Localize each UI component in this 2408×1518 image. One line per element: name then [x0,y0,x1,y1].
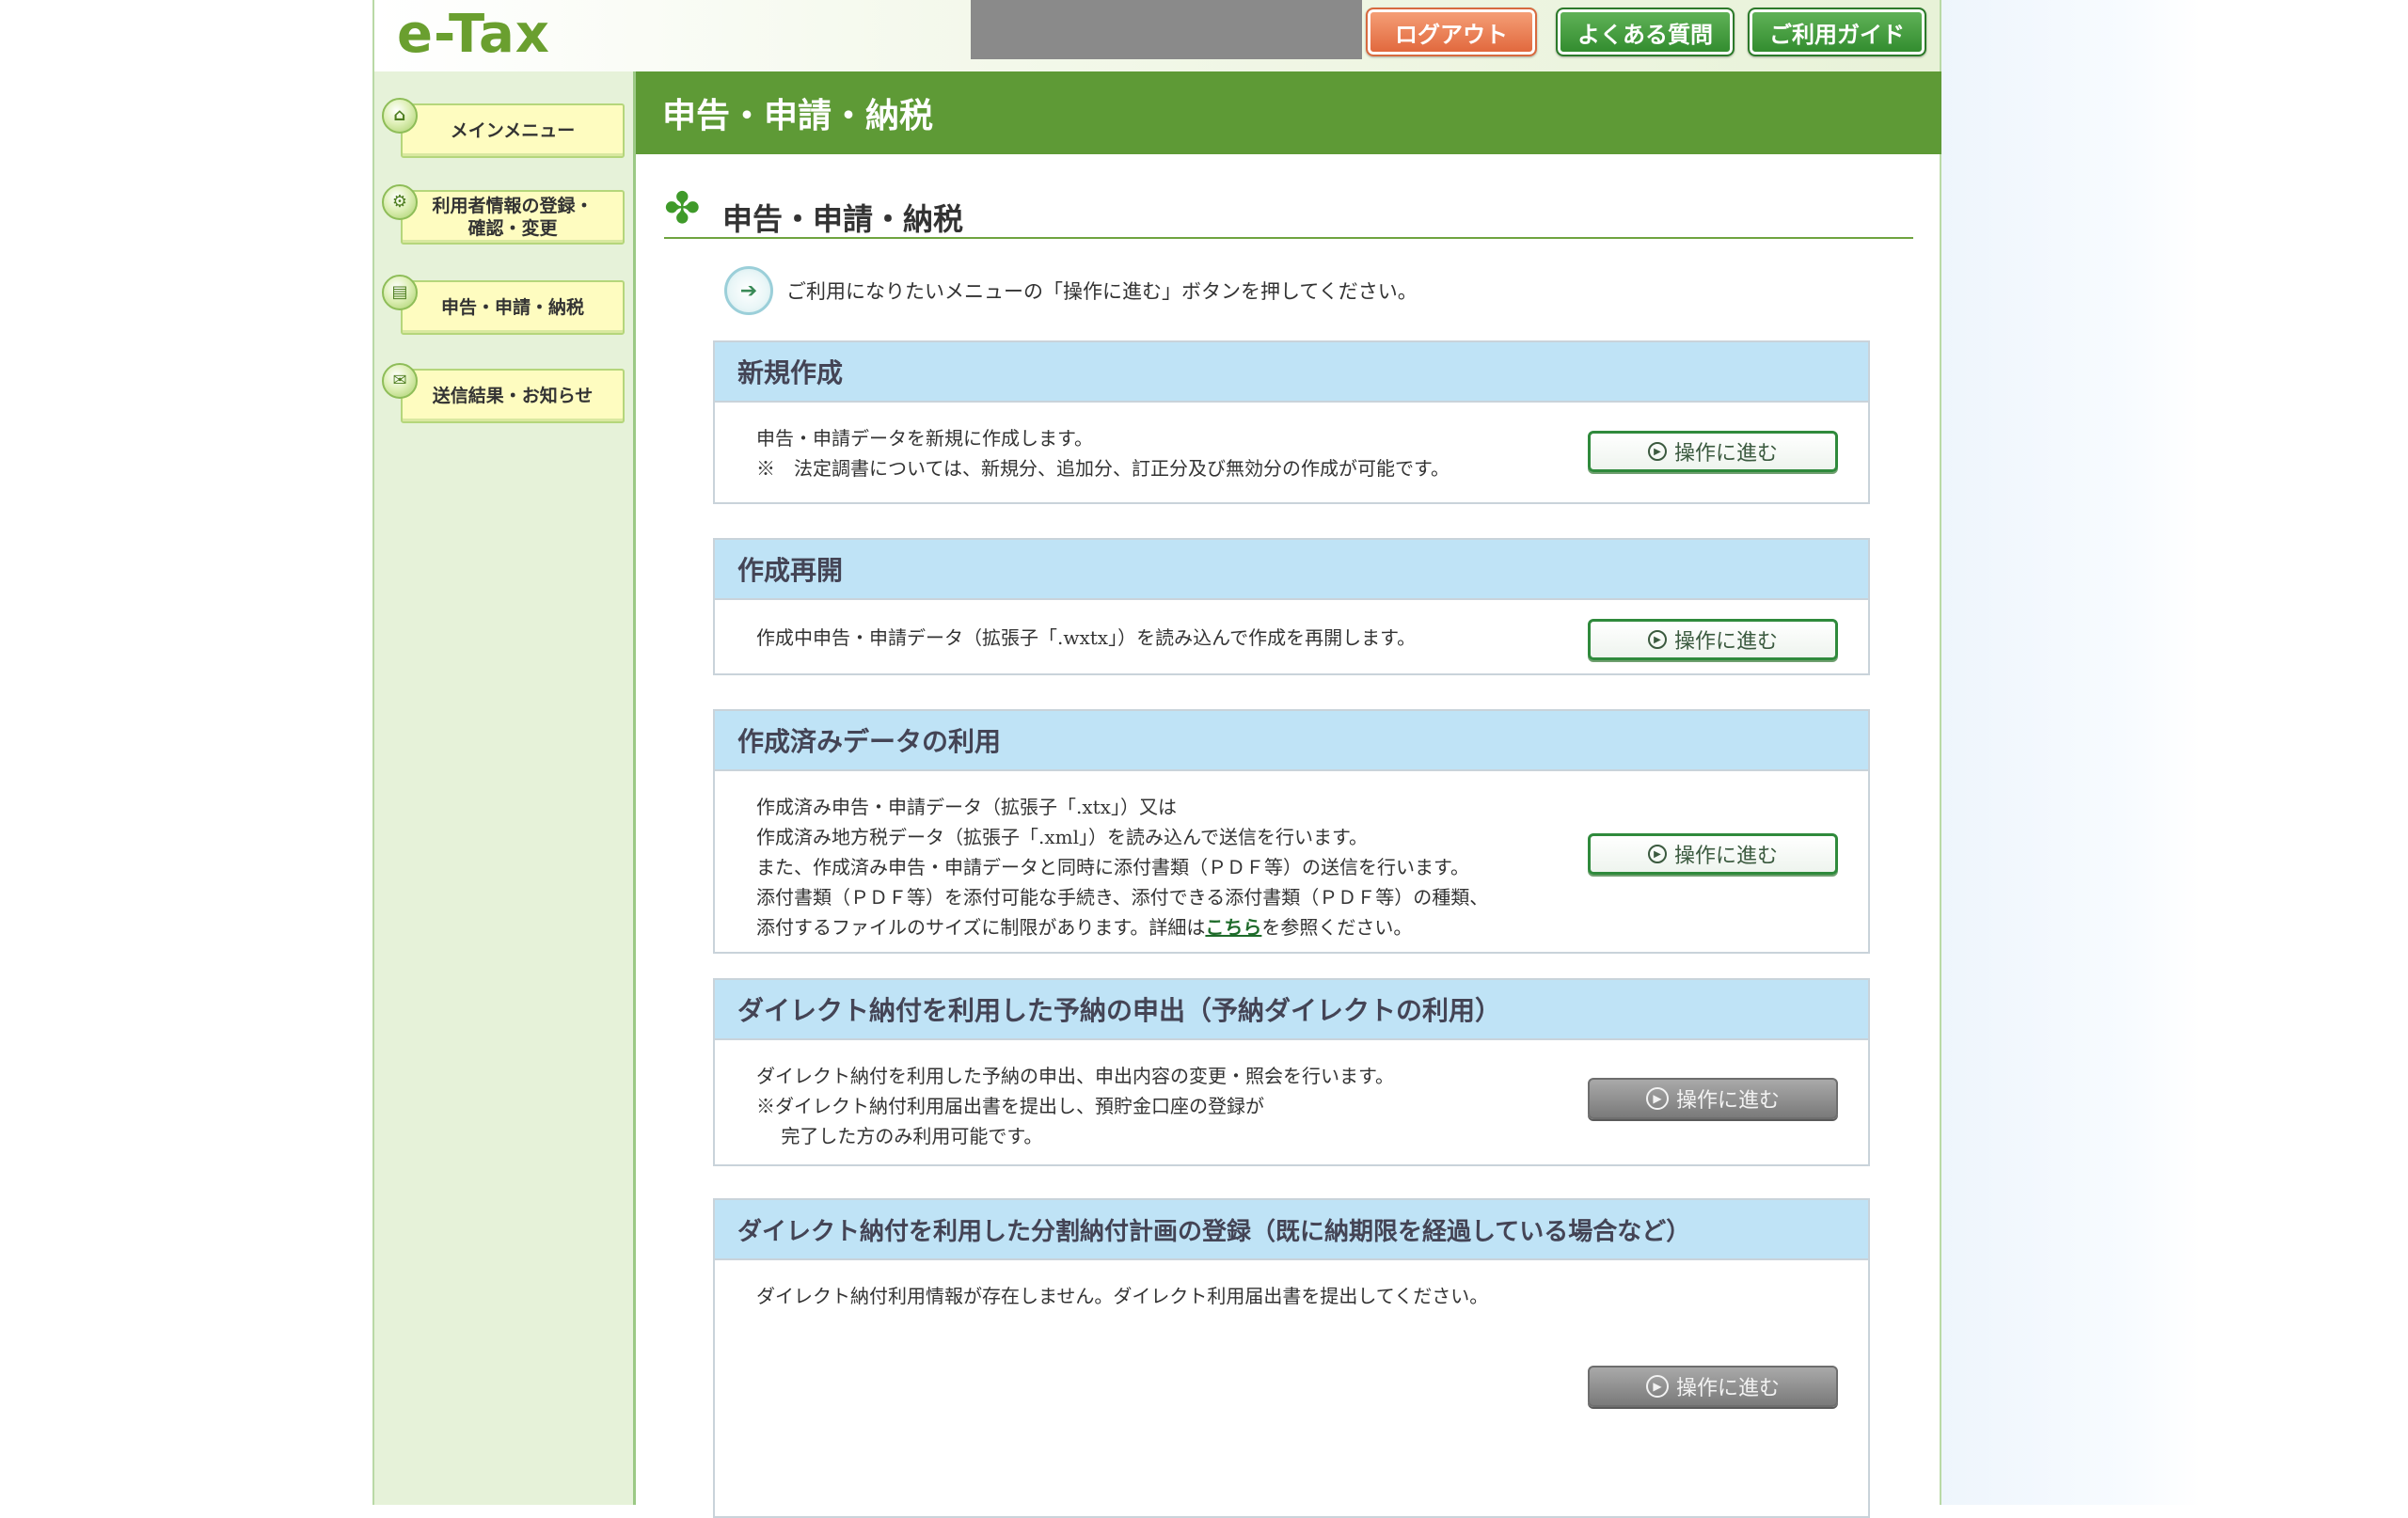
document-icon: ▤ [382,275,418,310]
button-label: 操作に進む [1673,630,1778,654]
home-icon: ⌂ [382,98,418,134]
button-label: 操作に進む [1673,845,1778,868]
page-title: 申告・申請・納税 [636,71,1941,154]
section-installment-plan: ダイレクト納付を利用した分割納付計画の登録（既に納期限を経過している場合など） … [713,1198,1870,1518]
sidebar: ⌂ メインメニュー ⚙ 利用者情報の登録・ 確認・変更 ▤ 申告・申請・納税 ✉… [374,71,636,1505]
sidebar-item-results[interactable]: ✉ 送信結果・お知らせ [382,363,625,423]
instruction-text: ご利用になりたいメニューの「操作に進む」ボタンを押してください。 [786,280,1418,303]
section-body: ダイレクト納付利用情報が存在しません。ダイレクト利用届出書を提出してください。 [715,1260,1868,1311]
section-text-pre: 添付するファイルのサイズに制限があります。詳細は [756,916,1206,939]
section-text: 添付するファイルのサイズに制限があります。詳細はこちらを参照ください。 [756,912,1868,942]
section-text: 添付書類（ＰＤＦ等）を添付可能な手続き、添付できる添付書類（ＰＤＦ等）の種類、 [756,886,1489,909]
document-arrow-icon: ➔ [724,266,773,315]
sidebar-item-label: 申告・申請・納税 [440,297,584,318]
sidebar-item-filing[interactable]: ▤ 申告・申請・納税 [382,275,625,335]
guide-button[interactable]: ご利用ガイド [1748,8,1926,56]
faq-button[interactable]: よくある質問 [1556,8,1735,56]
proceed-button-existing-data[interactable]: ▶ 操作に進む [1588,833,1838,875]
section-title: 新規作成 [715,342,1868,403]
clover-icon: ✤ [664,182,701,233]
section-new: 新規作成 申告・申請データを新規に作成します。 ※ 法定調書については、新規分、… [713,340,1870,504]
play-icon: ▶ [1647,630,1667,649]
button-label: 操作に進む [1675,1377,1780,1400]
sidebar-item-label: 利用者情報の登録・ 確認・変更 [432,196,594,239]
masked-region [971,0,1362,59]
mail-icon: ✉ [382,363,418,399]
logout-button[interactable]: ログアウト [1366,8,1537,56]
sidebar-item-user-info[interactable]: ⚙ 利用者情報の登録・ 確認・変更 [382,184,625,245]
play-icon: ▶ [1647,845,1667,863]
section-text: 作成済み申告・申請データ（拡張子「.xtx」）又は [756,796,1177,818]
gear-icon: ⚙ [382,184,418,220]
section-title: ダイレクト納付を利用した分割納付計画の登録（既に納期限を経過している場合など） [715,1200,1868,1260]
main-content: 申告・申請・納税 ✤ 申告・申請・納税 ➔ ご利用になりたいメニューの「操作に進… [636,71,1941,1518]
section-text-post: を参照ください。 [1261,916,1413,939]
details-link[interactable]: こちら [1205,916,1261,939]
proceed-button-installment-plan[interactable]: ▶ 操作に進む [1588,1366,1838,1407]
proceed-button-new[interactable]: ▶ 操作に進む [1588,431,1838,472]
sub-title-row: ✤ 申告・申請・納税 [664,182,1913,239]
header: e-Tax ログアウト よくある質問 ご利用ガイド [374,0,1940,71]
button-label: 操作に進む [1673,442,1778,466]
sidebar-item-main-menu[interactable]: ⌂ メインメニュー [382,98,625,158]
play-icon: ▶ [1647,442,1667,461]
play-icon: ▶ [1645,1087,1669,1110]
section-text: ダイレクト納付利用情報が存在しません。ダイレクト利用届出書を提出してください。 [756,1285,1489,1307]
section-title: 作成再開 [715,540,1868,600]
proceed-button-resume[interactable]: ▶ 操作に進む [1588,619,1838,660]
proceed-button-advance-payment[interactable]: ▶ 操作に進む [1588,1078,1838,1119]
section-resume: 作成再開 作成中申告・申請データ（拡張子「.wxtx」）を読み込んで作成を再開し… [713,538,1870,675]
instruction-row: ➔ ご利用になりたいメニューの「操作に進む」ボタンを押してください。 [724,265,1418,316]
section-text: 完了した方のみ利用可能です。 [756,1125,1043,1147]
sub-title: 申告・申請・納税 [722,201,964,237]
etax-window: e-Tax ログアウト よくある質問 ご利用ガイド ⌂ メインメニュー ⚙ 利用… [372,0,1941,1518]
sidebar-item-label: 送信結果・お知らせ [432,386,594,406]
section-existing-data: 作成済みデータの利用 作成済み申告・申請データ（拡張子「.xtx」）又は 作成済… [713,709,1870,954]
button-label: 操作に進む [1675,1089,1780,1113]
background-gradient [1938,0,2201,1505]
section-title: 作成済みデータの利用 [715,711,1868,771]
sidebar-item-label: メインメニュー [450,120,576,141]
etax-logo[interactable]: e-Tax [397,4,550,65]
play-icon: ▶ [1645,1375,1669,1398]
section-title: ダイレクト納付を利用した予納の申出（予納ダイレクトの利用） [715,980,1868,1040]
section-advance-payment: ダイレクト納付を利用した予納の申出（予納ダイレクトの利用） ダイレクト納付を利用… [713,978,1870,1166]
